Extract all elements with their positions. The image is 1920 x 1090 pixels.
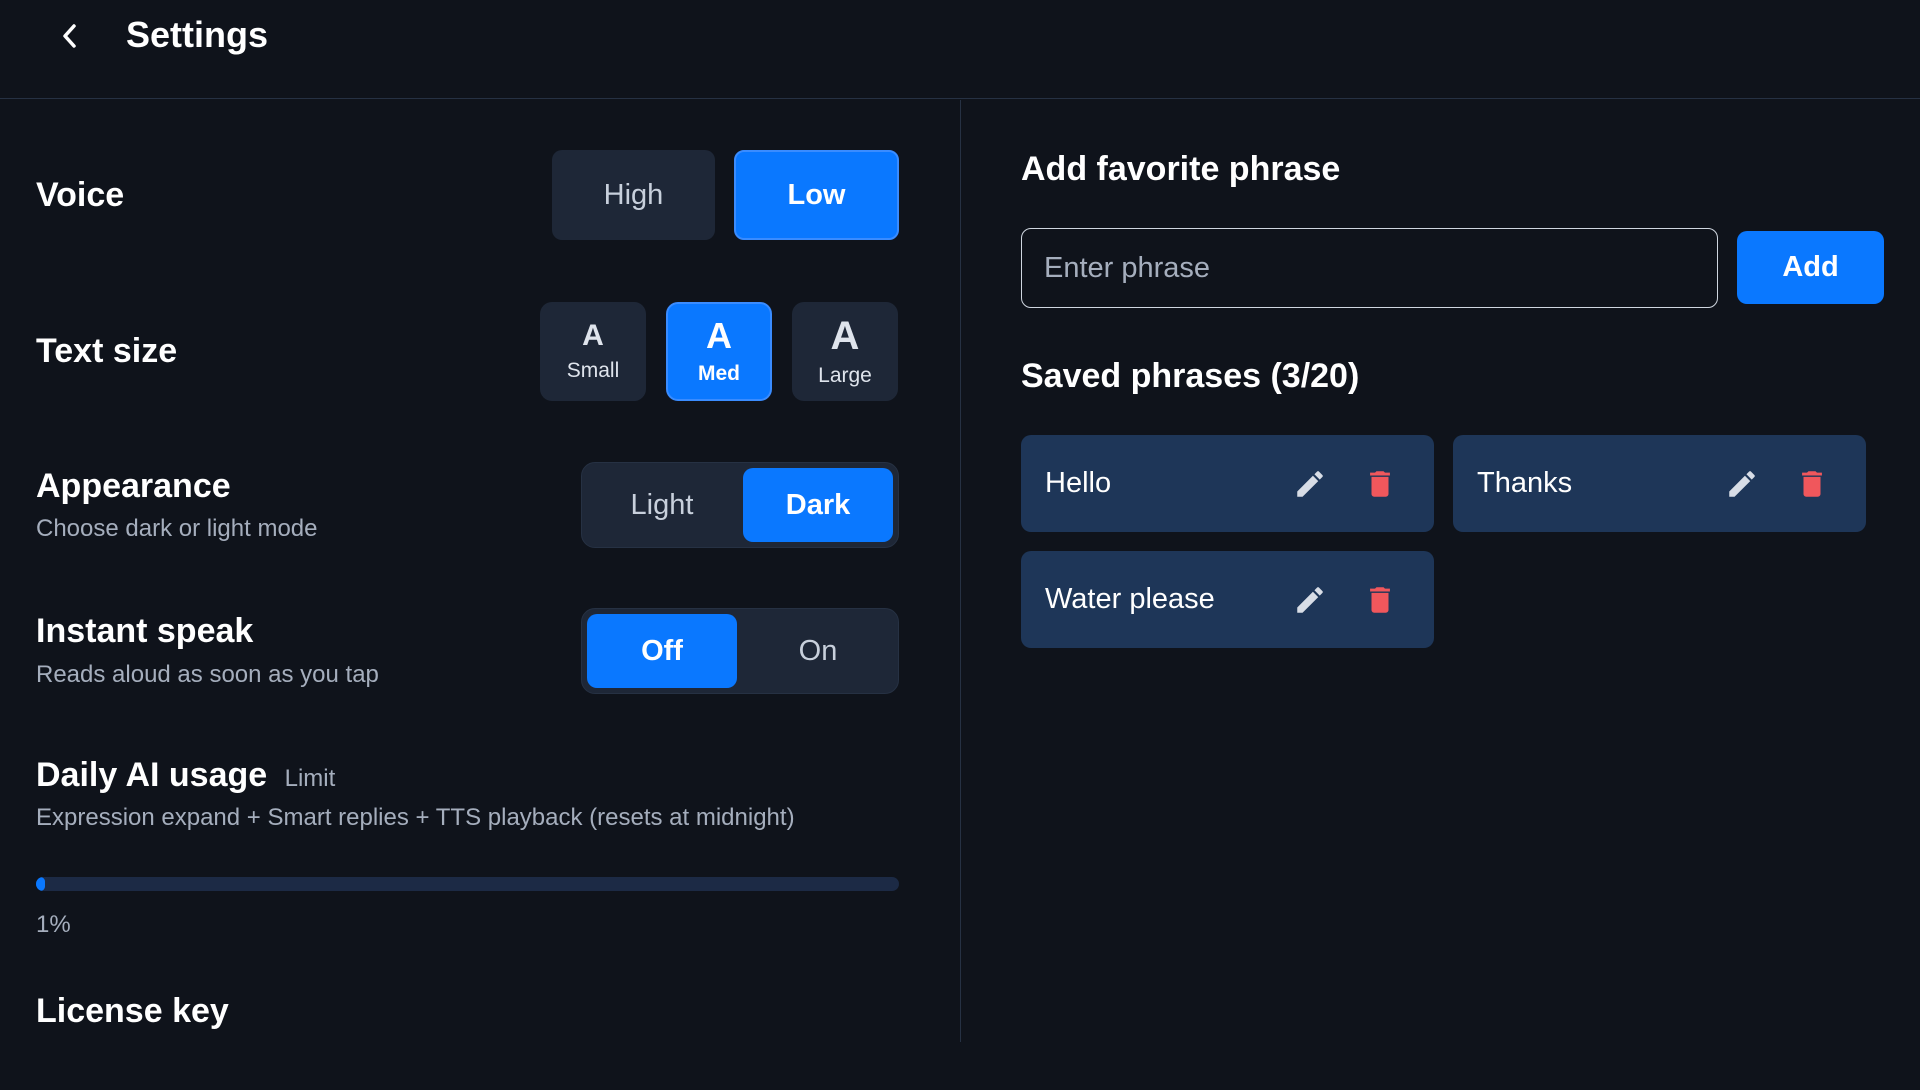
column-divider <box>960 100 961 1042</box>
text-size-large-caption: Large <box>818 363 872 387</box>
instant-speak-toggle: Off On <box>581 608 899 694</box>
text-size-med-button[interactable]: A Med <box>666 302 772 401</box>
ai-usage-progress-fill <box>36 877 45 891</box>
phrase-card[interactable]: Hello <box>1021 435 1434 532</box>
trash-icon <box>1370 587 1390 613</box>
text-size-small-glyph: A <box>582 318 604 352</box>
appearance-light-button[interactable]: Light <box>587 468 737 542</box>
ai-usage-description: Expression expand + Smart replies + TTS … <box>36 804 795 831</box>
trash-icon <box>1370 471 1390 497</box>
appearance-dark-button[interactable]: Dark <box>743 468 893 542</box>
text-size-label: Text size <box>36 332 178 370</box>
edit-phrase-button[interactable] <box>1721 463 1763 505</box>
trash-icon <box>1802 471 1822 497</box>
pencil-icon <box>1297 471 1323 497</box>
appearance-label: Appearance <box>36 467 231 505</box>
saved-phrases-title: Saved phrases (3/20) <box>1021 357 1360 395</box>
ai-usage-title: Daily AI usage <box>36 756 268 794</box>
text-size-large-glyph: A <box>830 313 860 358</box>
delete-phrase-button[interactable] <box>1359 579 1401 621</box>
instant-speak-description: Reads aloud as soon as you tap <box>36 661 379 688</box>
ai-usage-limit-tag: Limit <box>284 765 336 792</box>
phrase-text: Hello <box>1045 467 1112 499</box>
instant-speak-on-button[interactable]: On <box>743 614 893 688</box>
ai-usage-progress-bar <box>36 877 899 891</box>
instant-speak-off-button[interactable]: Off <box>587 614 737 688</box>
phrase-text: Water please <box>1045 583 1215 615</box>
appearance-description: Choose dark or light mode <box>36 515 318 542</box>
voice-low-button[interactable]: Low <box>734 150 899 240</box>
edit-phrase-button[interactable] <box>1289 579 1331 621</box>
back-button[interactable] <box>50 16 90 56</box>
voice-high-button[interactable]: High <box>552 150 715 240</box>
phrase-text: Thanks <box>1477 467 1573 499</box>
add-phrase-button[interactable]: Add <box>1737 231 1884 304</box>
appearance-toggle: Light Dark <box>581 462 899 548</box>
edit-phrase-button[interactable] <box>1289 463 1331 505</box>
chevron-left-icon <box>63 24 76 48</box>
text-size-small-caption: Small <box>566 358 620 382</box>
phrase-input[interactable] <box>1021 228 1718 308</box>
ai-usage-label: Daily AI usage Limit <box>36 754 335 800</box>
voice-label: Voice <box>36 176 125 214</box>
phrase-card[interactable]: Water please <box>1021 551 1434 648</box>
delete-phrase-button[interactable] <box>1791 463 1833 505</box>
text-size-large-button[interactable]: A Large <box>792 302 898 401</box>
text-size-med-caption: Med <box>698 361 740 385</box>
pencil-icon <box>1297 587 1323 613</box>
ai-usage-percent: 1% <box>36 911 71 938</box>
phrase-card[interactable]: Thanks <box>1453 435 1866 532</box>
add-favorite-title: Add favorite phrase <box>1021 150 1341 188</box>
delete-phrase-button[interactable] <box>1359 463 1401 505</box>
text-size-small-button[interactable]: A Small <box>540 302 646 401</box>
license-key-label: License key <box>36 992 229 1030</box>
instant-speak-label: Instant speak <box>36 612 254 650</box>
pencil-icon <box>1729 471 1755 497</box>
text-size-med-glyph: A <box>706 314 732 356</box>
page-title: Settings <box>126 14 269 55</box>
header: Settings <box>0 0 1920 99</box>
